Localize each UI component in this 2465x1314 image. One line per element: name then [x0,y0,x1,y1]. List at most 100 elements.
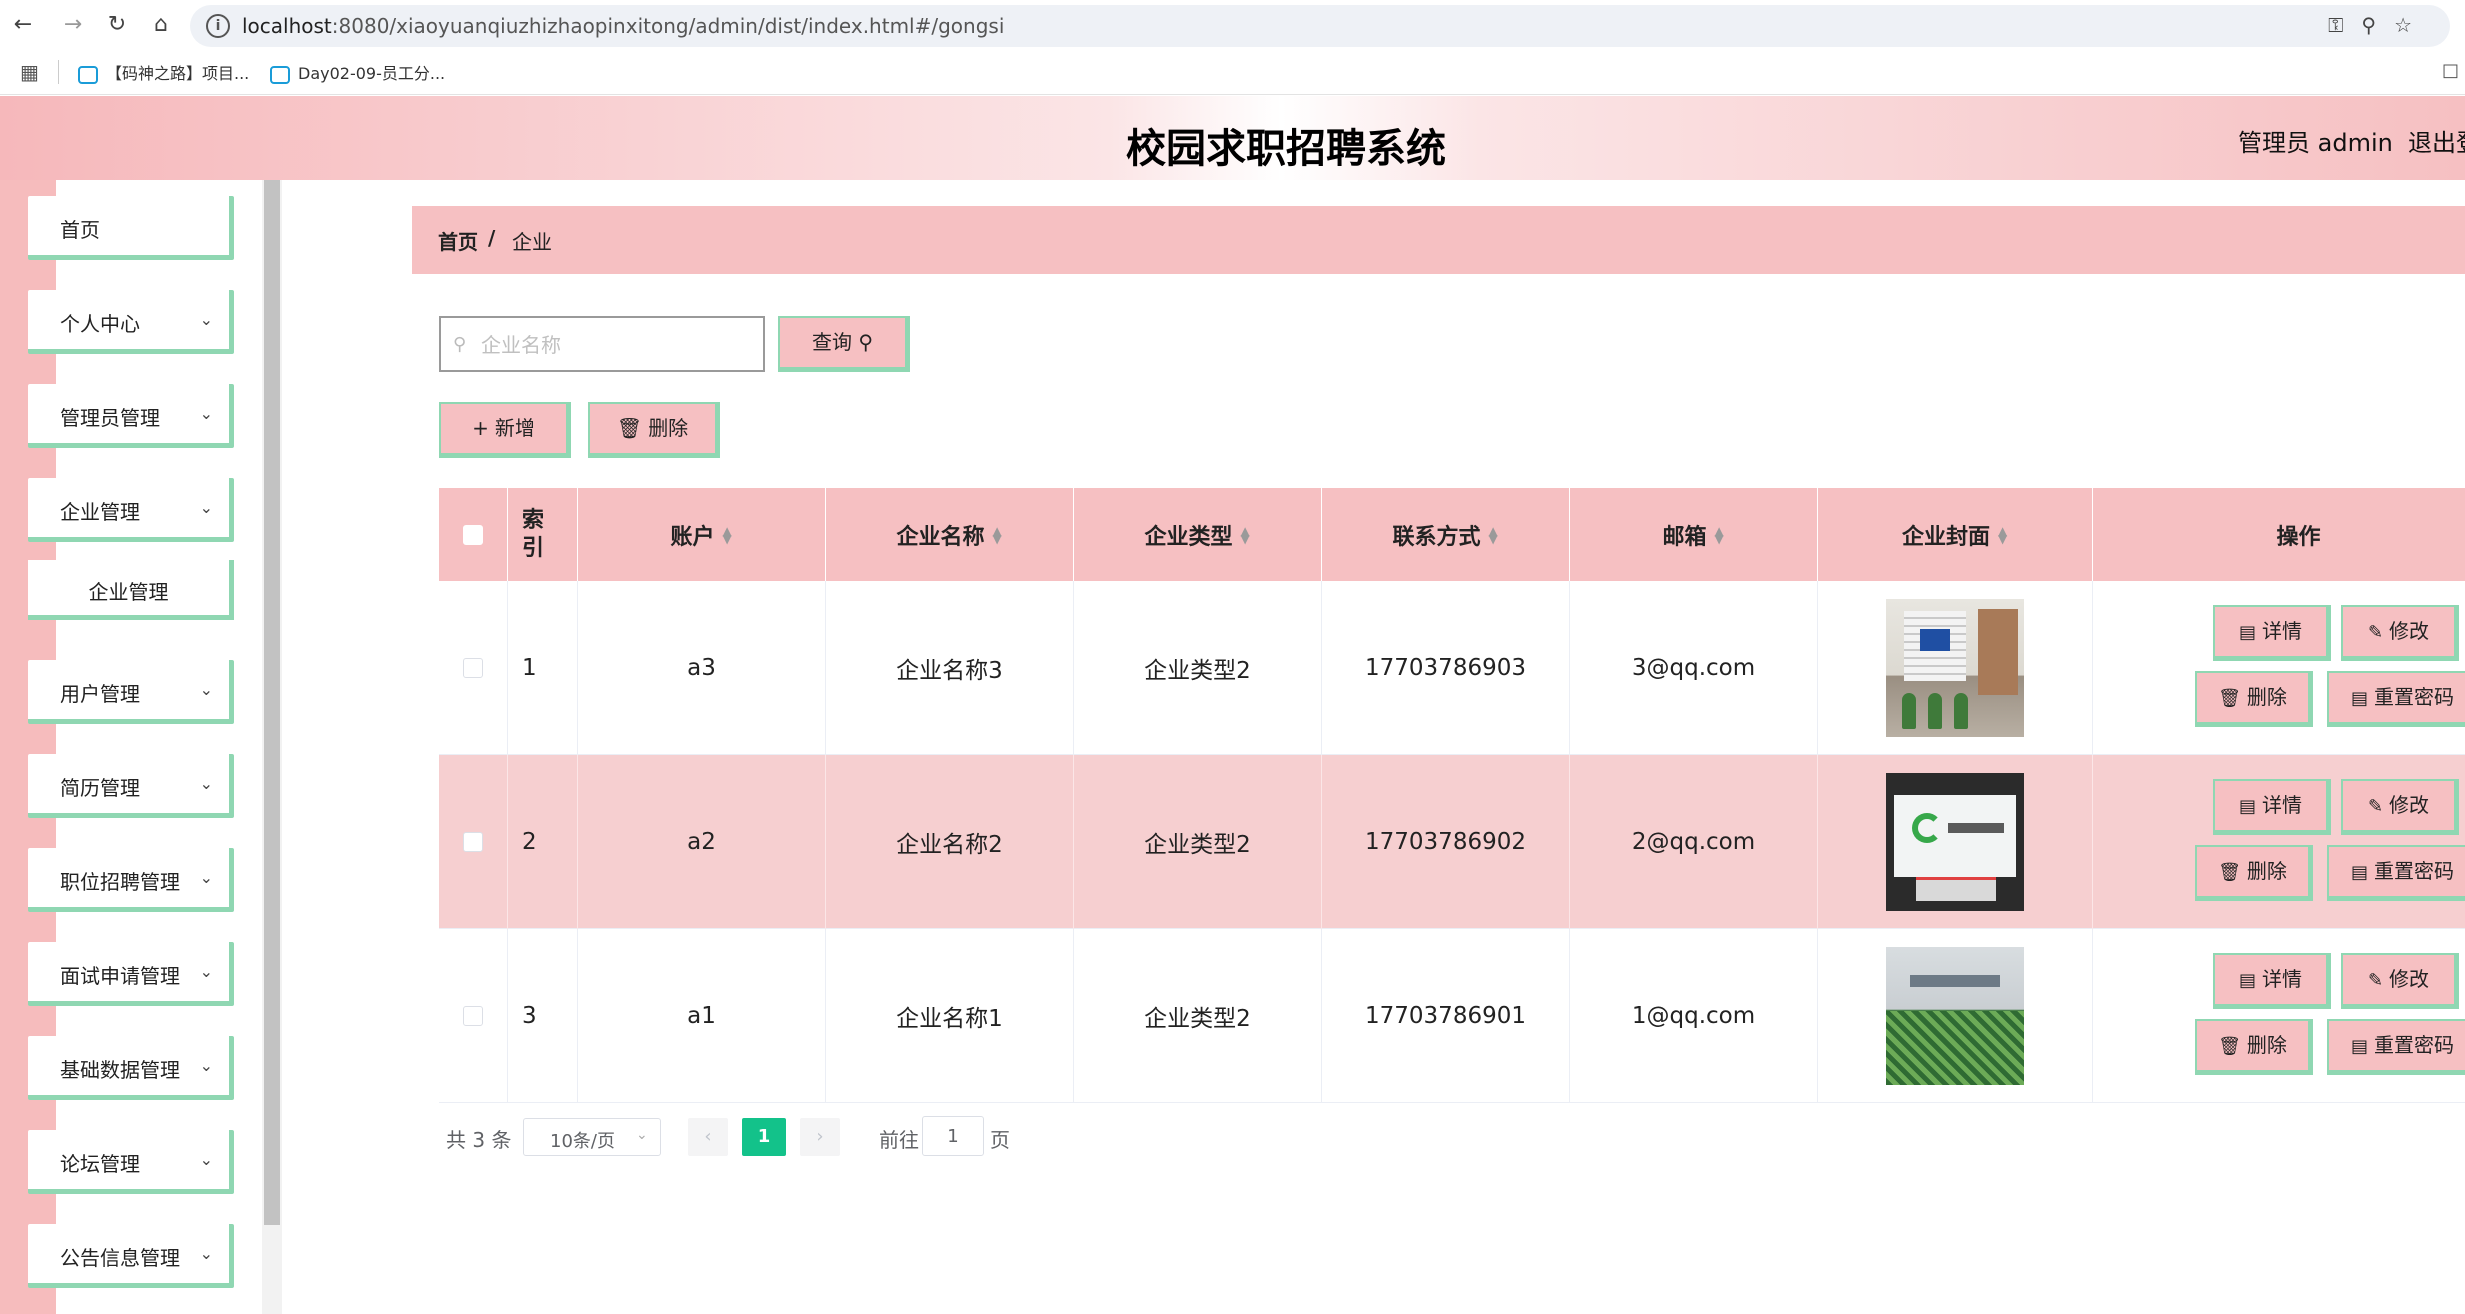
col-cover[interactable]: 企业封面 ▲ ▼ [1818,488,2093,581]
sidebar-item-notice-management[interactable]: 公告信息管理 ⌄ [28,1224,234,1288]
company-cover-image[interactable] [1886,599,2024,737]
search-icon: ⚲ [858,330,873,354]
cell-account: a1 [578,929,826,1103]
sort-icon[interactable]: ▲ ▼ [993,525,1003,545]
sidebar-item-resume-management[interactable]: 简历管理 ⌄ [28,754,234,818]
batch-delete-button[interactable]: 🗑 删除 [588,402,720,458]
chevron-down-icon: ⌄ [199,868,213,887]
row-select-cell [439,929,508,1103]
cell-account: a2 [578,755,826,929]
cell-index: 1 [508,581,578,755]
col-email[interactable]: 邮箱 ▲ ▼ [1570,488,1818,581]
reset-password-button[interactable]: ▤ 重置密码 [2327,1019,2465,1075]
sidebar-item-company-management[interactable]: 企业管理 ⌄ [28,478,234,542]
edit-button[interactable]: ✎ 修改 [2341,605,2459,661]
col-contact[interactable]: 联系方式 ▲ ▼ [1322,488,1570,581]
url-field[interactable]: i localhost:8080/xiaoyuanqiuzhizhaopinxi… [190,5,2450,47]
sort-icon[interactable]: ▲ ▼ [1998,525,2008,545]
chevron-down-icon: ⌄ [199,310,213,329]
col-account[interactable]: 账户 ▲ ▼ [578,488,826,581]
company-cover-image[interactable] [1886,947,2024,1085]
zoom-icon[interactable]: ⚲ [2361,13,2394,37]
chevron-down-icon: ⌄ [199,1056,213,1075]
document-icon: ▤ [2350,688,2368,709]
home-icon[interactable]: ⌂ [146,10,176,40]
page-number-current[interactable]: 1 [742,1118,786,1156]
sort-icon[interactable]: ▲ ▼ [1241,525,1251,545]
apps-grid-icon[interactable]: ▦ [20,60,39,84]
goto-page-input[interactable] [922,1116,984,1156]
reset-password-button[interactable]: ▤ 重置密码 [2327,845,2465,901]
sidebar-item-home[interactable]: 首页 [28,196,234,260]
star-icon[interactable]: ☆ [2394,13,2430,37]
cover-detail [1916,877,1996,901]
cell-account: a3 [578,581,826,755]
col-company-type[interactable]: 企业类型 ▲ ▼ [1074,488,1322,581]
sort-icon[interactable]: ▲ ▼ [1489,525,1499,545]
sidebar-subitem-company-management[interactable]: 企业管理 [28,560,234,620]
sidebar-item-label: 基础数据管理 [60,1058,180,1082]
col-email-label: 邮箱 [1662,524,1707,550]
forward-icon[interactable]: → [58,10,88,40]
sidebar-item-forum-management[interactable]: 论坛管理 ⌄ [28,1130,234,1194]
row-checkbox[interactable] [463,832,483,852]
sidebar-item-label: 简历管理 [60,776,140,800]
folder-icon[interactable]: □ [2442,60,2459,81]
edit-label: 修改 [2389,619,2430,643]
edit-icon: ✎ [2367,970,2384,991]
bilibili-icon [78,65,98,84]
admin-label: 管理员 admin [2238,129,2393,157]
next-page-button[interactable]: › [800,1118,840,1156]
sidebar-item-user-management[interactable]: 用户管理 ⌄ [28,660,234,724]
sidebar-item-label: 个人中心 [60,312,140,336]
trash-icon: 🗑 [616,416,643,440]
delete-label: 删除 [648,416,689,440]
cover-detail [1902,693,1916,729]
edit-label: 修改 [2389,967,2430,991]
edit-button[interactable]: ✎ 修改 [2341,779,2459,835]
sidebar-item-admin-management[interactable]: 管理员管理 ⌄ [28,384,234,448]
select-all-checkbox[interactable] [463,524,483,545]
detail-button[interactable]: ▤ 详情 [2213,953,2331,1009]
delete-button[interactable]: 🗑 删除 [2195,845,2313,901]
chevron-down-icon: ⌄ [199,1150,213,1169]
edit-button[interactable]: ✎ 修改 [2341,953,2459,1009]
delete-button[interactable]: 🗑 删除 [2195,671,2313,727]
site-info-icon[interactable]: i [206,14,230,38]
key-icon[interactable]: ⚿ [2328,13,2361,37]
prev-page-button[interactable]: ‹ [688,1118,728,1156]
breadcrumb-home[interactable]: 首页 [438,226,478,255]
bookmark-item[interactable]: Day02-09-员工分... [270,60,445,84]
sort-icon[interactable]: ▲ ▼ [723,525,733,545]
detail-button[interactable]: ▤ 详情 [2213,605,2331,661]
sidebar-item-personal-center[interactable]: 个人中心 ⌄ [28,290,234,354]
sidebar-item-interview-management[interactable]: 面试申请管理 ⌄ [28,942,234,1006]
cover-detail [1910,975,2000,987]
sort-icon[interactable]: ▲ ▼ [1715,525,1725,545]
bookmark-item[interactable]: 【码神之路】项目... [78,60,249,84]
app-header: 校园求职招聘系统 管理员 admin 退出登 [0,96,2465,180]
sidebar-item-job-management[interactable]: 职位招聘管理 ⌄ [28,848,234,912]
document-icon: ▤ [2238,796,2256,817]
cell-email: 1@qq.com [1570,929,1818,1103]
scrollbar-thumb[interactable] [264,180,280,1225]
sidebar-item-base-data-management[interactable]: 基础数据管理 ⌄ [28,1036,234,1100]
reset-password-button[interactable]: ▤ 重置密码 [2327,671,2465,727]
row-checkbox[interactable] [463,658,483,678]
cell-actions: ▤ 详情 ✎ 修改 🗑 删除 ▤ 重置密码 [2093,581,2465,755]
delete-button[interactable]: 🗑 删除 [2195,1019,2313,1075]
col-company-name[interactable]: 企业名称 ▲ ▼ [826,488,1074,581]
search-input[interactable] [479,328,749,362]
page-size-select[interactable]: 10条/页 ⌄ [523,1118,661,1156]
logout-link[interactable]: 退出登 [2408,123,2465,158]
back-icon[interactable]: ← [8,10,38,40]
detail-button[interactable]: ▤ 详情 [2213,779,2331,835]
company-cover-image[interactable] [1886,773,2024,911]
row-checkbox[interactable] [463,1006,483,1026]
sidebar-scrollbar[interactable] [262,180,282,1314]
cell-actions: ▤ 详情 ✎ 修改 🗑 删除 ▤ 重置密码 [2093,929,2465,1103]
company-name-search[interactable]: ⚲ [439,316,765,372]
add-button[interactable]: + 新增 [439,402,571,458]
reload-icon[interactable]: ↻ [102,10,132,40]
query-button[interactable]: 查询 ⚲ [778,316,910,372]
